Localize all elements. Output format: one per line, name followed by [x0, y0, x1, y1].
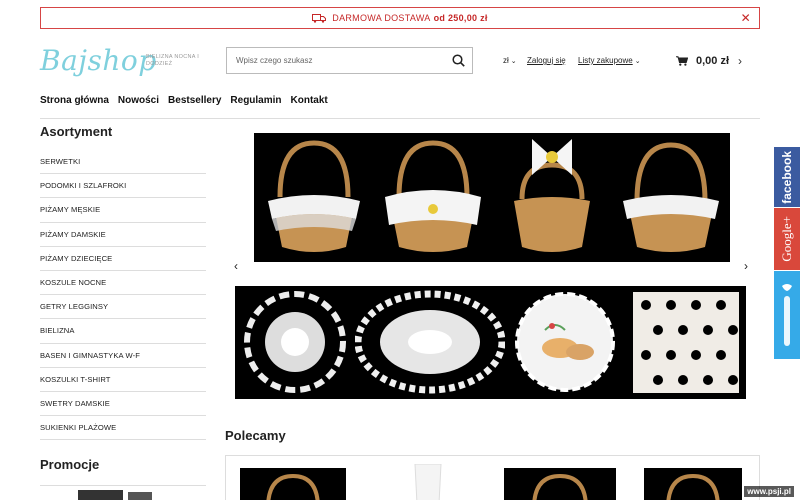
truck-icon — [312, 13, 327, 23]
doily-image — [505, 286, 625, 399]
banner-amount: od 250,00 zł — [433, 13, 488, 23]
cart-icon — [676, 56, 688, 66]
nav-home[interactable]: Strona główna — [40, 95, 109, 106]
promotions-box — [40, 485, 206, 500]
promo-product-image[interactable] — [40, 486, 206, 500]
nav-terms[interactable]: Regulamin — [230, 95, 281, 106]
shopping-lists-link[interactable]: Listy zakupowe ⌄ — [578, 56, 641, 65]
currency-label: zł — [503, 56, 509, 65]
category-item[interactable]: BASEN I GIMNASTYKA W-F — [40, 344, 206, 368]
main-navigation: Strona główna Nowości Bestsellery Regula… — [40, 95, 328, 106]
category-item[interactable]: KOSZULE NOCNE — [40, 271, 206, 296]
product-image[interactable] — [411, 464, 445, 500]
chevron-down-icon: ⌄ — [634, 58, 641, 65]
google-share-button[interactable]: Google+ — [774, 208, 800, 270]
category-item[interactable]: SERWETKI — [40, 150, 206, 175]
close-icon[interactable]: ✕ — [741, 11, 751, 25]
slider-next-button[interactable]: › — [744, 259, 748, 273]
product-image[interactable] — [240, 468, 346, 500]
category-item[interactable]: BIELIZNA — [40, 319, 206, 344]
category-item[interactable]: PIŻAMY DAMSKIE — [40, 223, 206, 247]
banner-text: DARMOWA DOSTAWA — [332, 13, 431, 23]
category-item[interactable]: SUKIENKI PLAŻOWE — [40, 416, 206, 441]
facebook-label: facebook — [780, 150, 794, 204]
chevron-right-icon: › — [744, 259, 748, 273]
chevron-left-icon: ‹ — [234, 259, 238, 273]
logo-tagline: BIELIZNA NOCNA I DODZIEŻ — [146, 54, 200, 67]
free-shipping-banner: DARMOWA DOSTAWA od 250,00 zł ✕ — [40, 7, 760, 29]
search-input[interactable] — [227, 48, 444, 73]
slider-prev-button[interactable]: ‹ — [234, 259, 238, 273]
basket-image — [611, 133, 730, 262]
chevron-down-icon: ⌄ — [510, 58, 517, 65]
search-icon — [451, 54, 465, 67]
category-item[interactable]: PIŻAMY DZIECIĘCE — [40, 247, 206, 271]
nav-contact[interactable]: Kontakt — [291, 95, 328, 106]
twitter-icon — [782, 284, 792, 346]
product-image[interactable] — [644, 468, 742, 500]
basket-image — [373, 133, 492, 262]
recommended-products — [225, 455, 760, 500]
twitter-share-button[interactable] — [774, 271, 800, 359]
category-list: SERWETKI PODOMKI I SZLAFROKI PIŻAMY MĘSK… — [40, 150, 206, 441]
product-image[interactable] — [504, 468, 616, 500]
google-label: Google+ — [779, 216, 794, 262]
doilies-banner[interactable] — [235, 286, 746, 399]
chevron-right-icon: › — [738, 54, 743, 68]
cart-button[interactable]: 0,00 zł › — [676, 54, 742, 68]
logo[interactable]: Bajshop — [40, 44, 157, 77]
hero-slider[interactable] — [254, 133, 730, 262]
basket-image — [492, 133, 611, 262]
doily-image — [626, 286, 746, 399]
search-button[interactable] — [444, 48, 472, 73]
sidebar-title: Asortyment — [40, 124, 113, 139]
category-item[interactable]: SWETRY DAMSKIE — [40, 392, 206, 417]
nav-divider — [40, 118, 760, 119]
promotions-title: Promocje — [40, 457, 100, 472]
doily-image — [235, 286, 355, 399]
facebook-share-button[interactable]: facebook — [774, 147, 800, 207]
login-link[interactable]: Zaloguj się — [527, 56, 566, 65]
category-item[interactable]: PIŻAMY MĘSKIE — [40, 198, 206, 223]
category-item[interactable]: GETRY LEGGINSY — [40, 295, 206, 320]
category-item[interactable]: KOSZULKI T-SHIRT — [40, 368, 206, 392]
currency-select[interactable]: zł ⌄ — [503, 56, 517, 65]
search-bar — [226, 47, 473, 74]
watermark: www.psji.pl — [744, 486, 794, 497]
doily-image — [355, 286, 506, 399]
nav-bestsellers[interactable]: Bestsellery — [168, 95, 221, 106]
shopping-lists-label: Listy zakupowe — [578, 56, 633, 65]
recommended-title: Polecamy — [225, 428, 286, 443]
category-item[interactable]: PODOMKI I SZLAFROKI — [40, 174, 206, 199]
nav-new[interactable]: Nowości — [118, 95, 159, 106]
cart-total: 0,00 zł — [696, 55, 730, 67]
basket-image — [254, 133, 373, 262]
